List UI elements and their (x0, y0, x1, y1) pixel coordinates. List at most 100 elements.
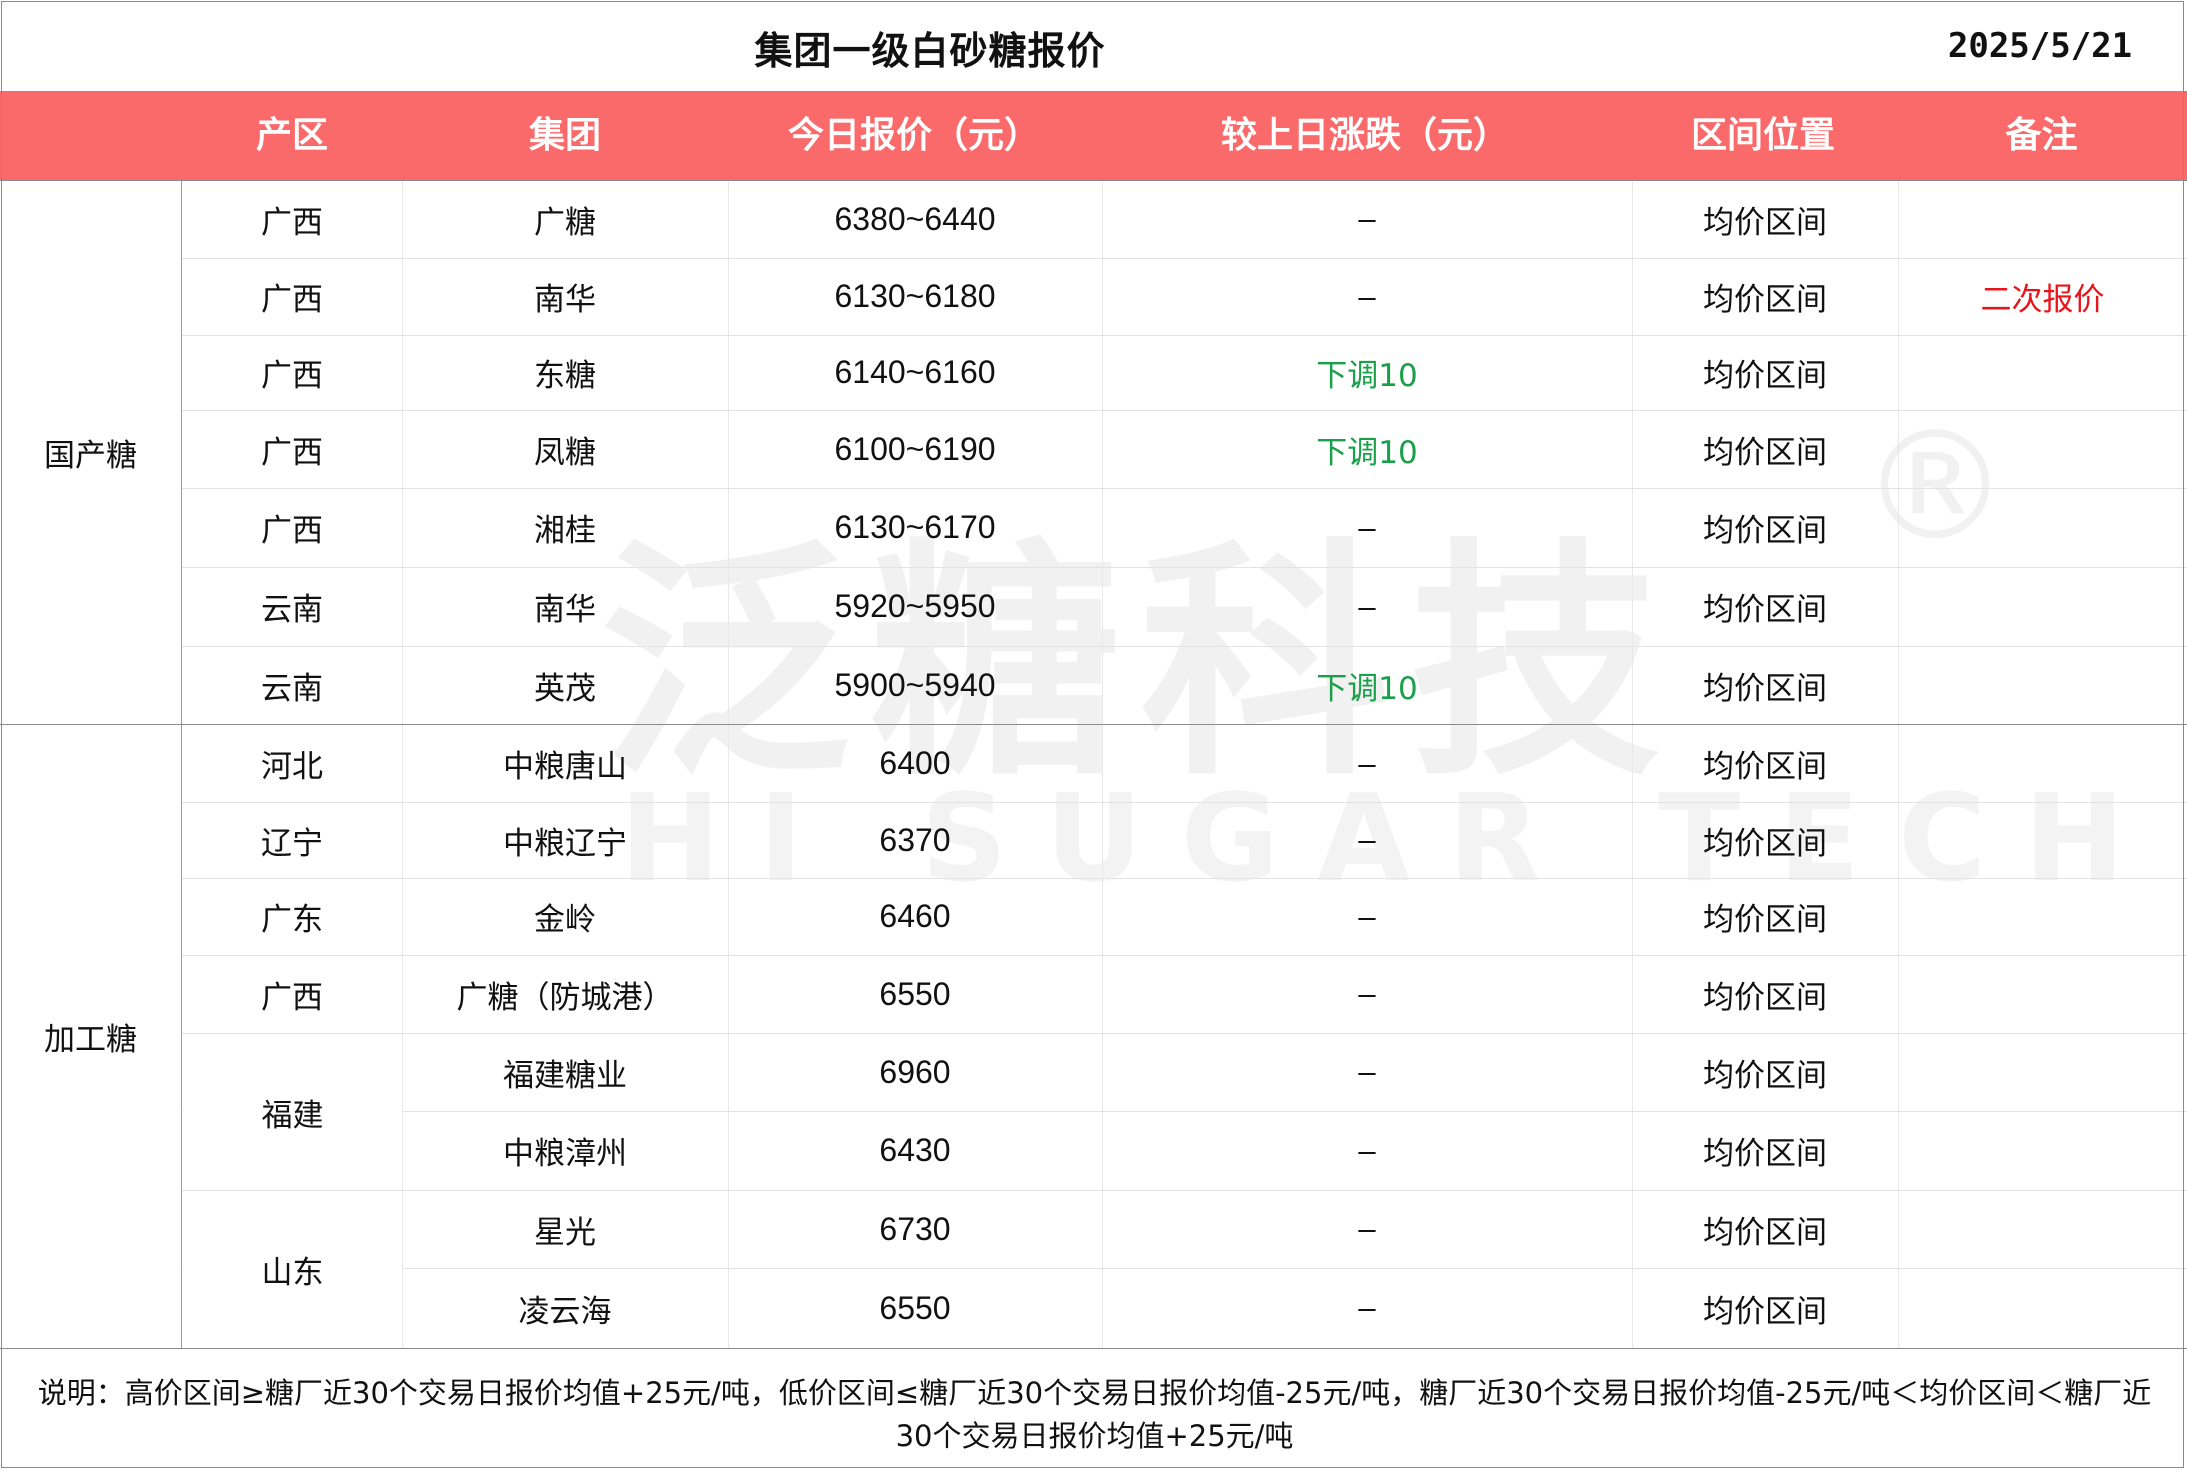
table-row: 辽宁 中粮辽宁 6370 – 均价区间 (182, 802, 2187, 878)
position-cell: 均价区间 (1703, 1293, 1827, 1330)
group-cell: 中粮唐山 (503, 749, 627, 785)
position-cell: 均价区间 (1703, 825, 1827, 862)
position-cell: 均价区间 (1703, 670, 1827, 707)
group-cell: 凤糖 (534, 434, 596, 471)
table-row: 福建福建糖业6960–均价区间 (182, 1033, 2187, 1111)
price-cell: 6550 (879, 1289, 951, 1326)
change-cell: – (1358, 745, 1376, 781)
group-cell: 金岭 (534, 902, 596, 938)
region-cell: 广西 (261, 513, 323, 549)
row-divider (182, 1190, 2187, 1191)
remark-cell (1898, 410, 2187, 488)
price-sheet: 泛糖科技 HI SUGAR TECH ® 集团一级白砂糖报价 2025/5/21… (0, 0, 2187, 1471)
group-cell: 东糖 (534, 358, 596, 394)
price-cell: 6730 (879, 1210, 951, 1247)
region-cell: 云南 (261, 670, 323, 707)
row-divider (182, 258, 2187, 259)
price-cell: 6140~6160 (834, 354, 996, 390)
header-change: 较上日涨跌（元） (1220, 115, 1509, 156)
section-label: 加工糖 (0, 725, 182, 1348)
price-cell: 6960 (879, 1053, 951, 1090)
group-cell: 广糖 (534, 204, 596, 241)
remark-cell (1898, 802, 2187, 878)
table-header: 产区 集团 今日报价（元） 较上日涨跌（元） 区间位置 备注 (0, 91, 2187, 180)
row-divider (182, 955, 2187, 956)
table-row: 云南 南华 5920~5950 – 均价区间 (182, 567, 2187, 646)
change-cell: 下调10 (1316, 434, 1418, 471)
merged-region-cell: 山东 (183, 1191, 402, 1348)
row-divider (182, 1268, 2187, 1269)
position-cell: 均价区间 (1703, 204, 1827, 241)
remark-cell (1898, 488, 2187, 567)
change-cell: 下调10 (1316, 358, 1418, 394)
footnote: 说明：高价区间≥糖厂近30个交易日报价均值+25元/吨，低价区间≤糖厂近30个交… (37, 1376, 2152, 1453)
group-cell: 英茂 (534, 670, 596, 707)
price-cell: 6400 (879, 745, 951, 781)
region-cell: 广西 (261, 434, 323, 471)
price-cell: 5920~5950 (834, 588, 996, 624)
table-row: 广西 广糖（防城港） 6550 – 均价区间 (182, 955, 2187, 1033)
position-cell: 均价区间 (1703, 1057, 1827, 1094)
price-cell: 5900~5940 (834, 666, 996, 703)
region-cell: 广西 (261, 358, 323, 394)
row-divider (182, 646, 2187, 647)
position-cell: 均价区间 (1703, 592, 1827, 628)
section-divider (0, 1348, 2187, 1349)
price-cell: 6430 (879, 1132, 951, 1168)
remark-cell (1898, 1190, 2187, 1268)
change-cell: – (1358, 509, 1376, 545)
position-cell: 均价区间 (1703, 1214, 1827, 1251)
position-cell: 均价区间 (1703, 282, 1827, 318)
region-cell: 广西 (261, 979, 323, 1016)
row-divider (182, 488, 2187, 489)
change-cell: – (1358, 1054, 1376, 1089)
group-cell: 中粮漳州 (503, 1136, 627, 1172)
price-cell: 6550 (879, 975, 951, 1012)
price-cell: 6460 (879, 898, 951, 934)
remark-cell (1898, 1033, 2187, 1111)
row-divider (182, 410, 2187, 411)
row-divider (182, 335, 2187, 336)
remark-cell (1898, 878, 2187, 955)
position-cell: 均价区间 (1703, 358, 1827, 394)
table-row: 广西 南华 6130~6180 – 均价区间 二次报价 (182, 258, 2187, 335)
table-row: 广东 金岭 6460 – 均价区间 (182, 878, 2187, 955)
remark-cell (1898, 335, 2187, 410)
group-cell: 星光 (534, 1214, 596, 1251)
price-cell: 6100~6190 (834, 430, 996, 467)
position-cell: 均价区间 (1703, 902, 1827, 938)
row-divider (182, 1033, 2187, 1034)
title-bar: 集团一级白砂糖报价 2025/5/21 (0, 0, 2187, 91)
table-row: 广西 东糖 6140~6160 下调10 均价区间 (182, 335, 2187, 410)
position-cell: 均价区间 (1703, 1136, 1827, 1172)
region-cell: 广东 (261, 902, 323, 938)
table-content: 集团一级白砂糖报价 2025/5/21 产区 集团 今日报价（元） 较上日涨跌（… (0, 0, 2187, 1471)
remark-cell (1898, 646, 2187, 724)
price-cell: 6380~6440 (834, 200, 996, 237)
header-region: 产区 (255, 115, 328, 156)
group-cell: 广糖（防城港） (456, 979, 674, 1016)
group-cell: 福建糖业 (503, 1057, 627, 1094)
region-cell: 广西 (261, 204, 323, 241)
price-cell: 6130~6180 (834, 278, 996, 314)
position-cell: 均价区间 (1703, 749, 1827, 785)
section-divider (0, 724, 2187, 725)
table-row: 中粮漳州 6430 – 均价区间 (182, 1111, 2187, 1190)
region-cell: 云南 (261, 592, 323, 628)
position-cell: 均价区间 (1703, 979, 1827, 1016)
remark-cell (1898, 955, 2187, 1033)
table-row: 凌云海 6550 – 均价区间 (182, 1268, 2187, 1348)
group-cell: 湘桂 (534, 513, 596, 549)
remark-cell (1898, 567, 2187, 646)
price-cell: 6370 (879, 821, 951, 858)
page-title: 集团一级白砂糖报价 (754, 29, 1106, 73)
remark-cell: 二次报价 (1980, 282, 2105, 318)
change-cell: – (1358, 588, 1376, 624)
remark-cell (1898, 725, 2187, 802)
group-cell: 中粮辽宁 (503, 825, 627, 862)
group-cell: 凌云海 (518, 1293, 612, 1330)
change-cell: – (1358, 976, 1376, 1011)
remark-cell (1898, 1111, 2187, 1190)
position-cell: 均价区间 (1703, 434, 1827, 471)
table-row: 广西 湘桂 6130~6170 – 均价区间 (182, 488, 2187, 567)
